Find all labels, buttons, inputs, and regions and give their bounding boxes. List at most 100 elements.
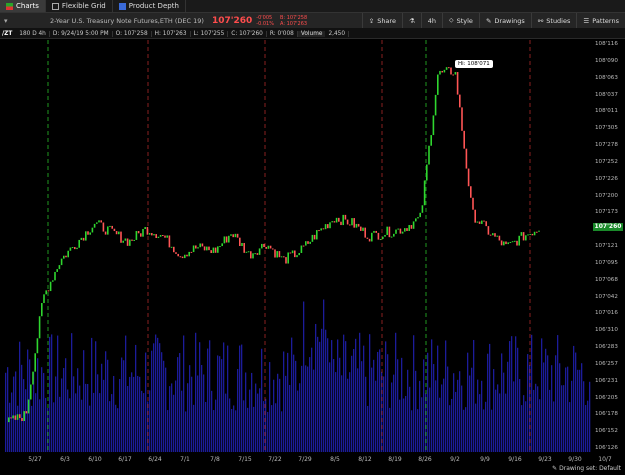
price-candle	[335, 217, 338, 223]
price-candle	[307, 241, 309, 244]
volume-bar	[577, 369, 579, 452]
price-candle	[439, 70, 441, 75]
price-tick-label: 107'068	[595, 276, 618, 283]
price-candle	[230, 234, 232, 236]
volume-bar	[499, 393, 501, 452]
volume-bar	[101, 363, 103, 452]
price-candle	[408, 225, 410, 231]
volume-bar	[475, 403, 477, 452]
price-tick-label: 107'305	[595, 125, 618, 132]
volume-bar	[37, 358, 39, 452]
volume-bar	[5, 372, 7, 452]
volume-bar	[119, 379, 121, 452]
price-candle	[507, 242, 509, 245]
volume-bar	[505, 393, 507, 452]
volume-bar	[369, 334, 371, 452]
volume-bar	[207, 348, 209, 452]
volume-bar	[71, 333, 73, 452]
price-candle	[170, 246, 173, 248]
volume-bar	[375, 380, 377, 452]
volume-bar	[483, 409, 485, 452]
price-candle	[375, 230, 377, 233]
price-candle	[434, 94, 437, 116]
price-candle	[102, 222, 105, 232]
price-candle	[21, 418, 23, 422]
volume-bar	[249, 389, 251, 452]
volume-bar	[91, 337, 93, 452]
price-candle	[432, 115, 435, 136]
price-candle	[175, 252, 177, 254]
price-candle	[487, 226, 490, 235]
price-candle	[410, 225, 413, 229]
price-chart[interactable]	[0, 0, 625, 475]
drawing-set-status[interactable]: ✎ Drawing set: Default	[552, 465, 621, 472]
volume-bar	[449, 405, 451, 452]
volume-bar	[403, 398, 405, 452]
price-tick-label: 108'063	[595, 74, 618, 81]
volume-bar	[557, 335, 559, 452]
price-candle	[8, 417, 10, 423]
price-candle	[124, 238, 127, 241]
volume-bar	[393, 374, 395, 452]
time-tick-label: 6/24	[148, 456, 162, 463]
price-candle	[483, 220, 485, 222]
price-candle	[58, 265, 61, 270]
price-candle	[505, 241, 507, 245]
volume-bar	[493, 369, 495, 452]
price-candle	[443, 69, 446, 73]
price-candle	[485, 221, 487, 227]
volume-bar	[193, 404, 195, 452]
volume-bar	[567, 366, 569, 452]
price-candle	[355, 223, 358, 228]
volume-bar	[189, 365, 191, 452]
volume-bar	[301, 365, 303, 452]
price-candle	[43, 294, 45, 304]
volume-bar	[261, 348, 263, 452]
price-candle	[272, 248, 274, 250]
price-candle	[208, 246, 210, 251]
price-candle	[153, 234, 155, 236]
price-candle	[393, 233, 395, 237]
volume-bar	[415, 370, 417, 452]
volume-bar	[441, 384, 443, 452]
price-candle	[261, 243, 263, 249]
price-candle	[280, 256, 283, 258]
price-candle	[465, 148, 468, 169]
price-candle	[518, 235, 520, 246]
price-candle	[514, 240, 516, 242]
volume-bar	[57, 335, 59, 452]
volume-bar	[251, 372, 253, 452]
volume-bar	[485, 401, 487, 452]
price-candle	[421, 205, 424, 213]
price-candle	[461, 107, 463, 131]
volume-bar	[433, 364, 435, 452]
volume-bar	[283, 351, 285, 452]
price-candle	[122, 240, 124, 243]
volume-bar	[143, 393, 145, 452]
volume-bar	[279, 378, 281, 452]
volume-bar	[173, 394, 175, 452]
price-tick-label: 107'042	[595, 293, 618, 300]
price-candle	[426, 164, 428, 181]
price-candle	[245, 251, 248, 253]
volume-bar	[319, 341, 321, 452]
time-tick-label: 10/7	[598, 456, 612, 463]
price-candle	[346, 219, 349, 225]
volume-bar	[373, 359, 375, 452]
volume-bar	[109, 401, 111, 452]
volume-bar	[305, 365, 307, 452]
volume-bar	[519, 379, 521, 452]
volume-bar	[213, 410, 215, 452]
price-candle	[351, 218, 353, 226]
price-candle	[47, 290, 50, 292]
price-candle	[390, 236, 393, 238]
volume-bar	[439, 397, 441, 452]
price-candle	[536, 231, 538, 233]
volume-bar	[471, 367, 473, 452]
volume-bar	[233, 405, 235, 452]
price-candle	[318, 230, 320, 232]
price-tick-label: 108'090	[595, 57, 618, 64]
price-candle	[478, 221, 481, 224]
volume-bar	[315, 323, 317, 452]
volume-bar	[503, 372, 505, 452]
